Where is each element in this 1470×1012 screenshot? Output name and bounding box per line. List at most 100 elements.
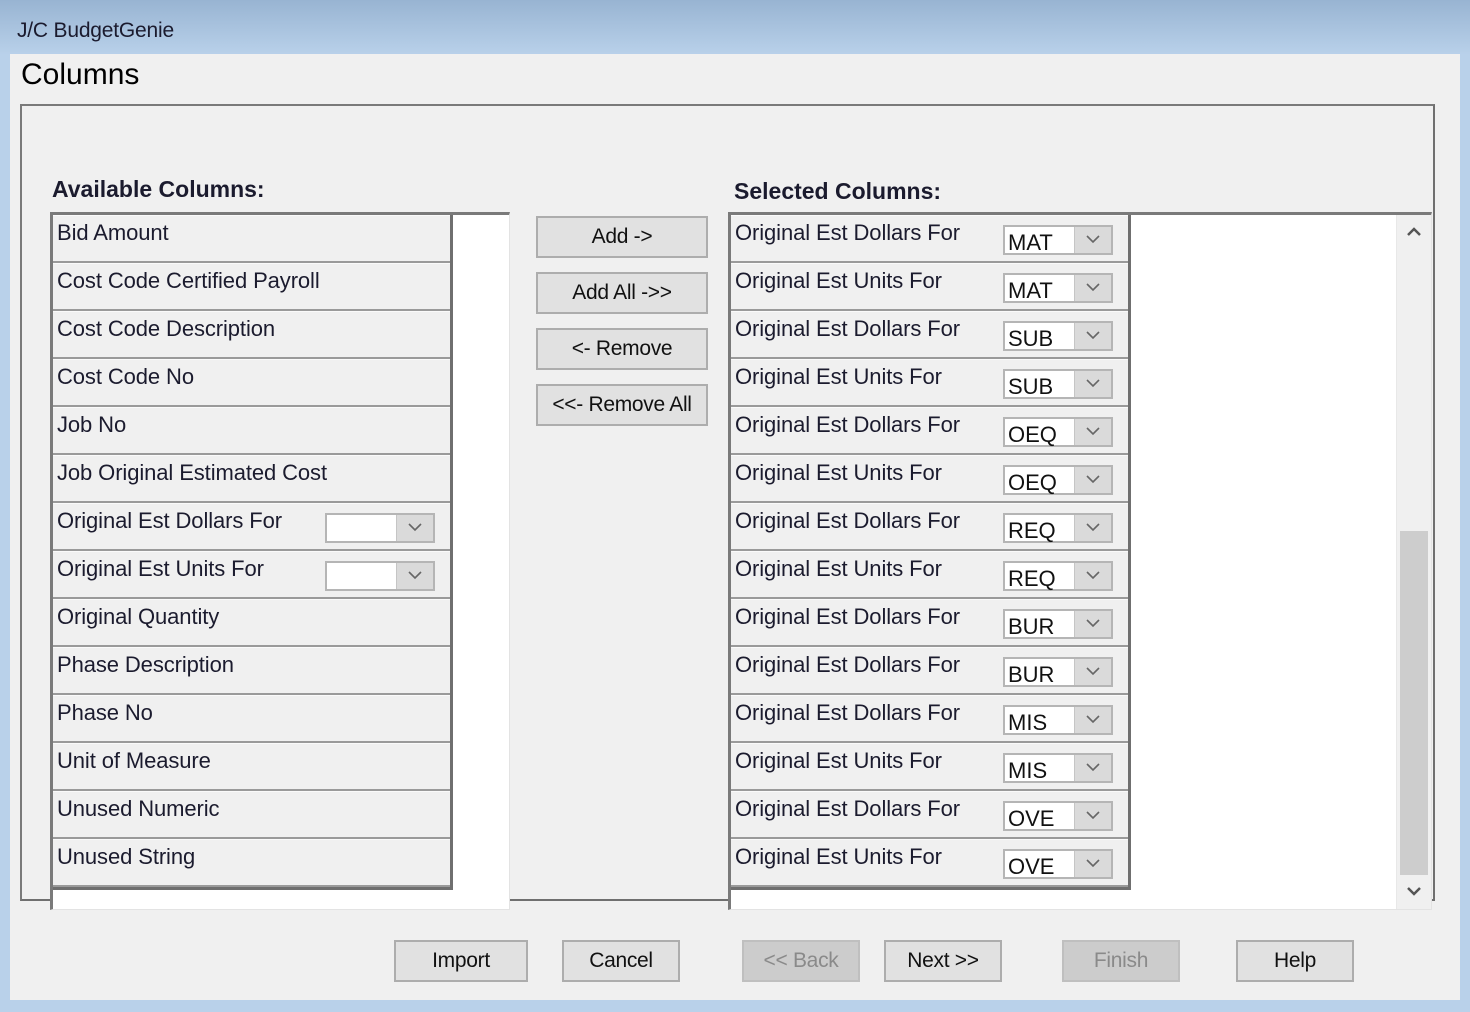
dropdown-button[interactable] [1074,659,1111,685]
column-label: Original Est Units For [735,748,942,773]
dropdown-button[interactable] [1074,419,1111,445]
scroll-thumb[interactable] [1400,530,1428,875]
selected-column-item[interactable]: Original Est Units For MAT [731,263,1128,311]
available-column-item[interactable]: Bid Amount [53,215,450,263]
next-button[interactable]: Next >> [884,940,1002,982]
selected-column-item[interactable]: Original Est Units For OVE [731,839,1128,887]
selected-column-item[interactable]: Original Est Dollars For OVE [731,791,1128,839]
dropdown-button[interactable] [1074,515,1111,541]
column-label: Original Est Dollars For [735,412,960,437]
chevron-down-icon [408,571,422,580]
finish-button[interactable]: Finish [1062,940,1180,982]
selected-column-item[interactable]: Original Est Dollars For MIS [731,695,1128,743]
column-label: Original Est Dollars For [735,508,960,533]
import-button[interactable]: Import [394,940,528,982]
add-all-button[interactable]: Add All ->> [536,272,708,314]
column-label: Cost Code Description [57,316,275,341]
dropdown-button[interactable] [1074,851,1111,877]
selected-column-item[interactable]: Original Est Dollars For REQ [731,503,1128,551]
chevron-down-icon [408,523,422,532]
dropdown-value: REQ [1008,518,1056,543]
cost-type-dropdown[interactable]: SUB [1003,369,1113,399]
selected-column-item[interactable]: Original Est Dollars For BUR [731,599,1128,647]
vertical-scrollbar[interactable] [1396,215,1431,909]
dropdown-button[interactable] [1074,707,1111,733]
chevron-down-icon [1086,235,1100,244]
back-button[interactable]: << Back [742,940,860,982]
cost-type-dropdown[interactable]: SUB [1003,321,1113,351]
dropdown-button[interactable] [1074,371,1111,397]
selected-column-item[interactable]: Original Est Dollars For OEQ [731,407,1128,455]
dropdown-button[interactable] [1074,467,1111,493]
selected-columns-list[interactable]: Original Est Dollars For MAT Original Est … [728,212,1432,910]
cost-type-dropdown[interactable]: MAT [1003,273,1113,303]
dropdown-button[interactable] [396,515,433,541]
available-column-item[interactable]: Job No [53,407,450,455]
dropdown-value: OVE [1008,806,1055,831]
available-column-item[interactable]: Unused String [53,839,450,887]
available-column-item[interactable]: Original Est Dollars For [53,503,450,551]
cost-type-dropdown[interactable]: OVE [1003,849,1113,879]
dropdown-button[interactable] [1074,275,1111,301]
available-column-item[interactable]: Cost Code Description [53,311,450,359]
selected-column-item[interactable]: Original Est Dollars For SUB [731,311,1128,359]
column-label: Original Est Units For [57,556,264,581]
add-button[interactable]: Add -> [536,216,708,258]
cost-type-dropdown[interactable]: MIS [1003,753,1113,783]
available-columns-label: Available Columns: [52,176,265,202]
available-column-item[interactable]: Cost Code Certified Payroll [53,263,450,311]
selected-column-item[interactable]: Original Est Dollars For BUR [731,647,1128,695]
dropdown-button[interactable] [396,563,433,589]
selected-column-item[interactable]: Original Est Units For REQ [731,551,1128,599]
remove-button[interactable]: <- Remove [536,328,708,370]
wizard-dialog: Columns Available Columns: Selected Colu… [10,54,1460,1000]
cancel-button[interactable]: Cancel [562,940,680,982]
scroll-up-button[interactable] [1397,215,1431,249]
selected-column-item[interactable]: Original Est Units For MIS [731,743,1128,791]
dropdown-button[interactable] [1074,803,1111,829]
cost-type-dropdown[interactable] [325,561,435,591]
available-columns-list[interactable]: Bid Amount Cost Code Certified Payroll Cos… [50,212,510,910]
available-column-item[interactable]: Phase No [53,695,450,743]
dropdown-button[interactable] [1074,611,1111,637]
remove-all-button[interactable]: <<- Remove All [536,384,708,426]
available-column-item[interactable]: Unused Numeric [53,791,450,839]
dropdown-button[interactable] [1074,227,1111,253]
cost-type-dropdown[interactable]: MIS [1003,705,1113,735]
selected-column-item[interactable]: Original Est Units For SUB [731,359,1128,407]
selected-column-item[interactable]: Original Est Units For OEQ [731,455,1128,503]
columns-group-frame: Available Columns: Selected Columns: Bid… [20,104,1435,910]
dropdown-value: REQ [1008,566,1056,591]
column-label: Original Est Dollars For [735,796,960,821]
cost-type-dropdown[interactable]: BUR [1003,657,1113,687]
cost-type-dropdown[interactable]: MAT [1003,225,1113,255]
available-column-item[interactable]: Cost Code No [53,359,450,407]
cost-type-dropdown[interactable]: REQ [1003,561,1113,591]
chevron-down-icon [1086,811,1100,820]
cost-type-dropdown[interactable]: OEQ [1003,417,1113,447]
chevron-down-icon [1086,379,1100,388]
cost-type-dropdown[interactable]: REQ [1003,513,1113,543]
available-column-item[interactable]: Original Est Units For [53,551,450,599]
available-column-item[interactable]: Original Quantity [53,599,450,647]
available-column-item[interactable]: Phase Description [53,647,450,695]
column-label: Original Est Dollars For [735,700,960,725]
dropdown-button[interactable] [1074,563,1111,589]
dropdown-button[interactable] [1074,755,1111,781]
cost-type-dropdown[interactable]: OEQ [1003,465,1113,495]
cost-type-dropdown[interactable]: OVE [1003,801,1113,831]
available-column-item[interactable]: Unit of Measure [53,743,450,791]
dropdown-button[interactable] [1074,323,1111,349]
help-button[interactable]: Help [1236,940,1354,982]
column-label: Phase No [57,700,153,725]
selected-column-item[interactable]: Original Est Dollars For MAT [731,215,1128,263]
column-label: Original Quantity [57,604,220,629]
cost-type-dropdown[interactable]: BUR [1003,609,1113,639]
cost-type-dropdown[interactable] [325,513,435,543]
chevron-down-icon [1086,619,1100,628]
available-column-item[interactable]: Job Original Estimated Cost [53,455,450,503]
selected-columns-label: Selected Columns: [734,178,942,204]
column-label: Original Est Units For [735,556,942,581]
scroll-down-button[interactable] [1397,875,1431,909]
column-label: Original Est Units For [735,460,942,485]
